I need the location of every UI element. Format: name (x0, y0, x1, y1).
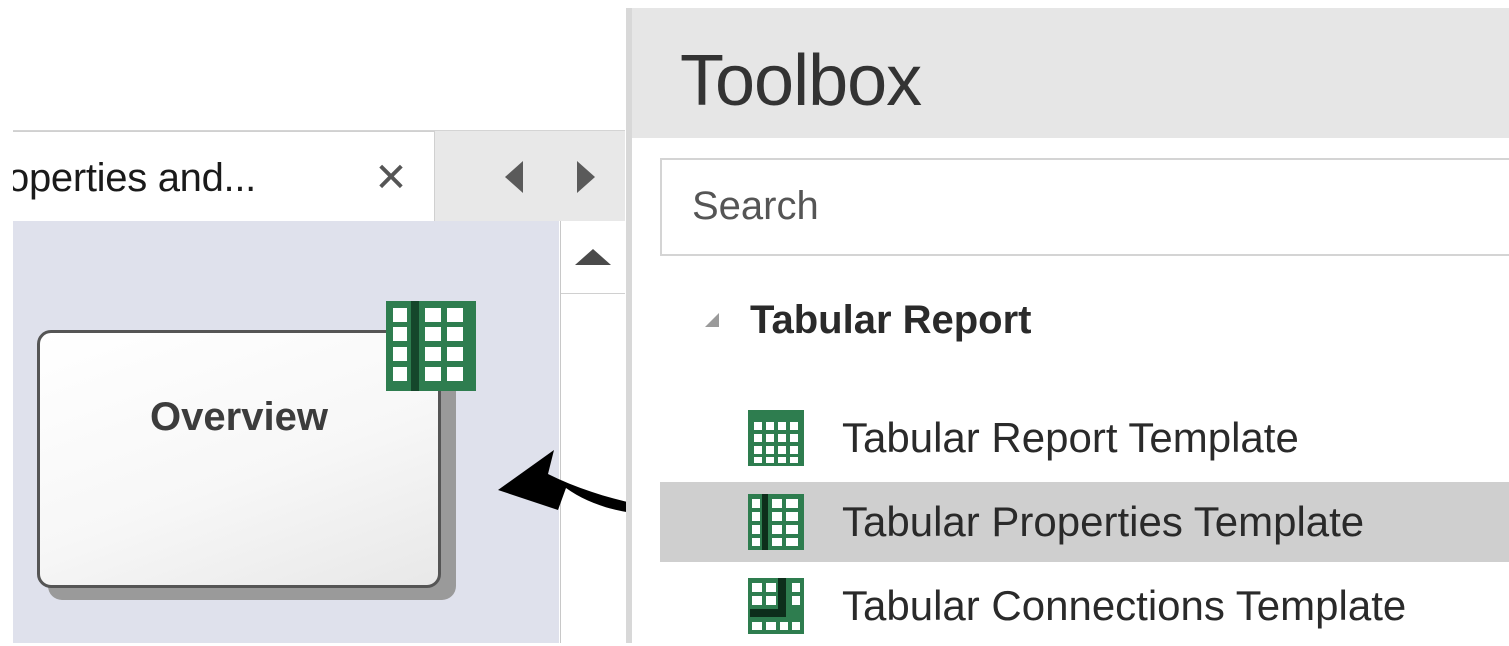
toolbox-item-label: Tabular Report Template (842, 414, 1299, 461)
scroll-up-button[interactable] (561, 221, 625, 294)
diagram-element-title: Overview (150, 395, 328, 439)
diagram-tab[interactable]: operties and... ✕ (13, 131, 435, 222)
search-box[interactable] (660, 158, 1509, 256)
scroll-tabs-left-icon[interactable] (501, 159, 527, 195)
toolbox-panel: Toolbox Tabular Report Tabular Report Te… (632, 8, 1509, 643)
toolbox-title: Toolbox (680, 41, 922, 121)
tabular-connections-icon (748, 578, 804, 634)
toolbox-item-label: Tabular Properties Template (842, 498, 1365, 545)
close-icon[interactable]: ✕ (371, 158, 411, 198)
scroll-tabs-right-icon[interactable] (573, 159, 599, 195)
expanded-caret-icon[interactable] (704, 312, 720, 328)
toolbox-item-tabular-connections-template[interactable]: Tabular Connections Template (660, 566, 1509, 646)
chevron-up-icon (575, 249, 611, 265)
toolbox-item-tabular-report-template[interactable]: Tabular Report Template (660, 398, 1509, 478)
toolbox-header: Toolbox (632, 8, 1509, 138)
search-input[interactable] (692, 180, 1472, 232)
tabular-properties-icon (386, 301, 476, 391)
tabular-properties-icon (748, 494, 804, 550)
vertical-scrollbar[interactable] (560, 221, 626, 643)
toolbox-item-label: Tabular Connections Template (842, 582, 1407, 629)
toolbox-group-label: Tabular Report (750, 298, 1032, 342)
toolbox-group-tabular-report[interactable]: Tabular Report (682, 292, 1482, 352)
toolbox-item-tabular-properties-template[interactable]: Tabular Properties Template (660, 482, 1509, 562)
diagram-tab-strip: operties and... ✕ (13, 130, 625, 222)
diagram-element[interactable]: Overview (37, 330, 441, 588)
tabular-report-icon (748, 410, 804, 466)
diagram-tab-label: operties and... (13, 156, 256, 200)
